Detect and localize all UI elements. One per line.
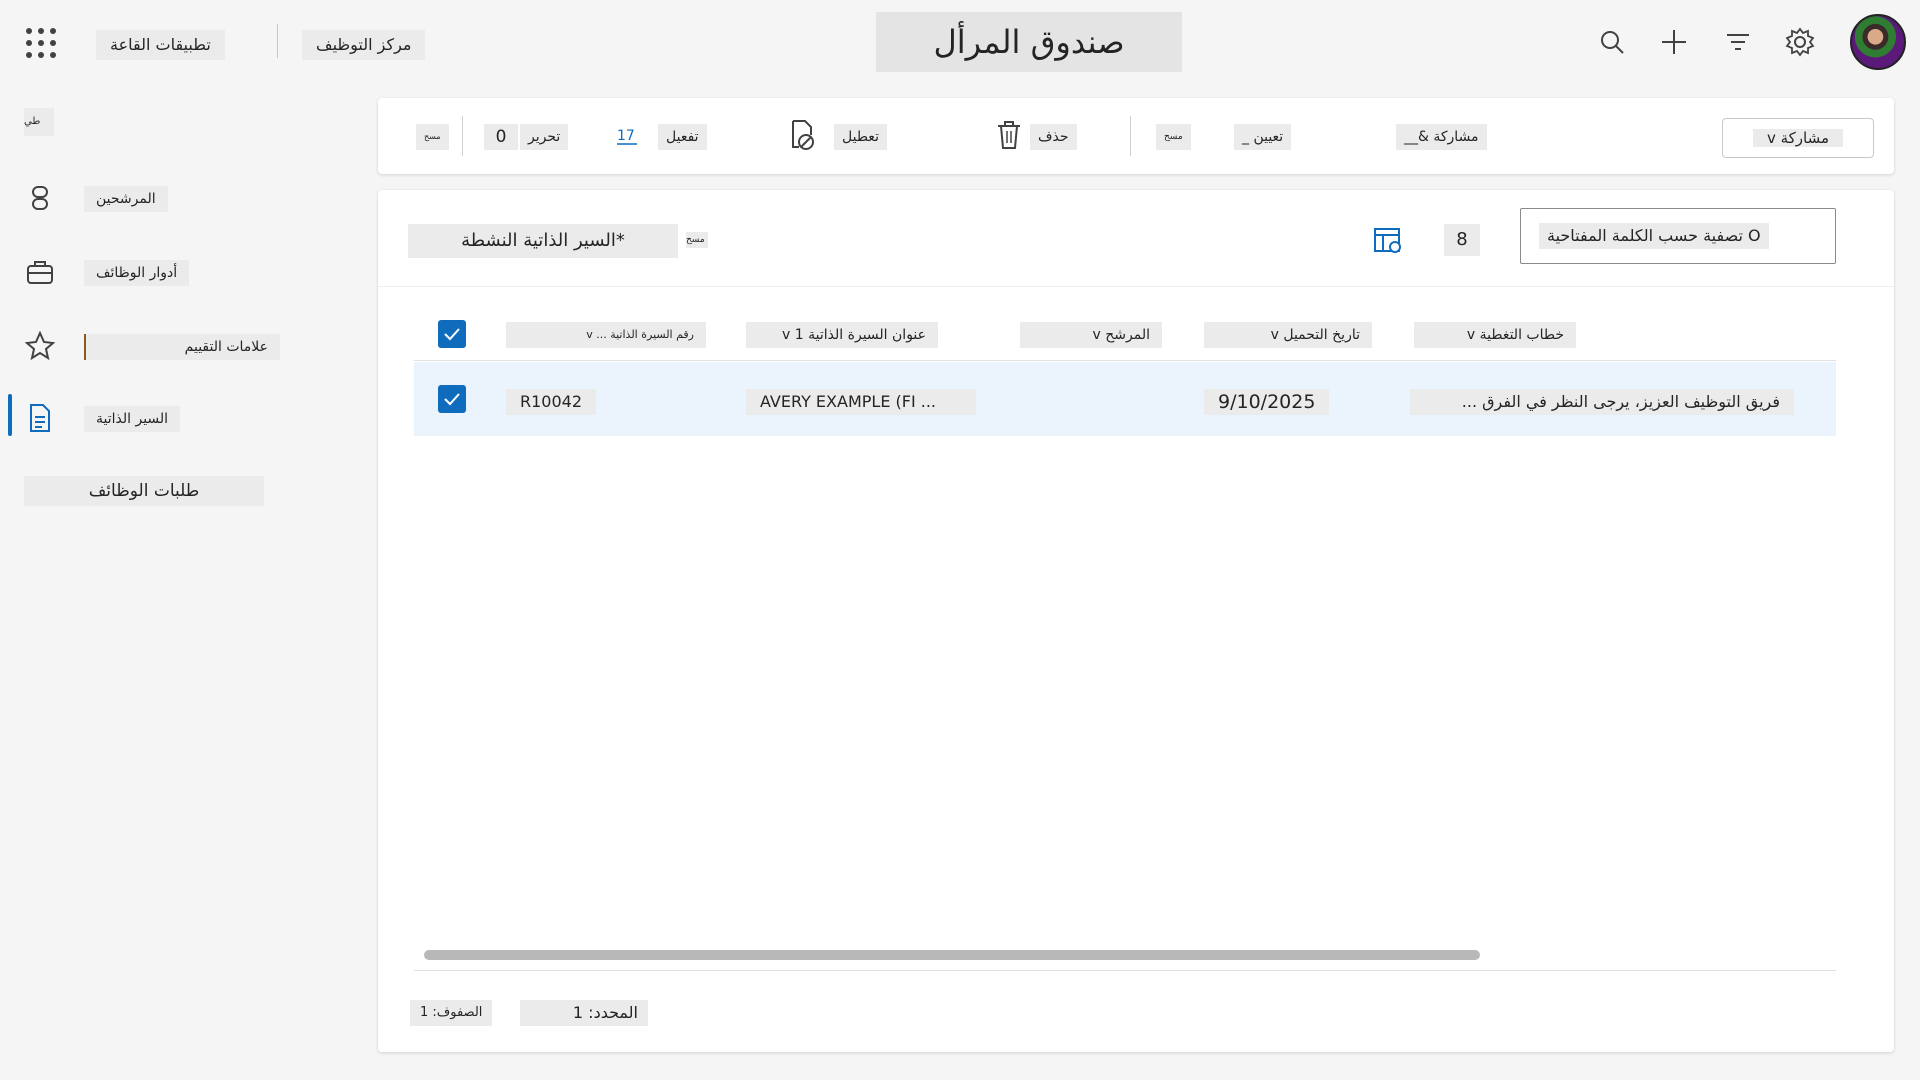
star-icon xyxy=(24,330,56,362)
header-divider xyxy=(414,360,1836,361)
sidebar-collapse-button[interactable]: طي xyxy=(24,108,54,136)
command-divider xyxy=(462,116,463,156)
selected-count: المحدد: 1 xyxy=(520,1000,648,1026)
column-candidate[interactable]: المرشح v xyxy=(1020,322,1162,348)
view-selector[interactable]: مشاركة v xyxy=(1722,118,1874,158)
trash-icon[interactable] xyxy=(992,118,1026,152)
horizontal-scrollbar[interactable] xyxy=(424,950,1480,960)
sidebar-item-label: المرشحين xyxy=(84,186,168,212)
search-input[interactable]: O تصفية حسب الكلمة المفتاحية xyxy=(1520,208,1836,264)
people-icon xyxy=(24,182,56,214)
command-divider xyxy=(1130,116,1131,156)
filter-icon[interactable] xyxy=(1720,24,1756,60)
page-title: صندوق المرأل xyxy=(876,12,1182,72)
view-name[interactable]: *السير الذاتية النشطة xyxy=(408,224,678,258)
app-link-hiring-center[interactable]: مركز التوظيف xyxy=(302,30,426,60)
overflow-button[interactable]: مسح xyxy=(416,124,449,150)
more-button[interactable]: مسح xyxy=(1156,124,1191,150)
sidebar-item-rating-marks[interactable]: علامات التقييم xyxy=(0,320,300,370)
deactivate-icon[interactable] xyxy=(786,118,820,152)
search-placeholder: O تصفية حسب الكلمة المفتاحية xyxy=(1539,223,1769,249)
avatar[interactable] xyxy=(1850,14,1906,70)
column-upload-date[interactable]: تاريخ التحميل v xyxy=(1204,322,1372,348)
sidebar-item-resumes[interactable]: السير الذاتية xyxy=(0,392,300,442)
panel-divider xyxy=(378,286,1894,287)
cell-resume-title[interactable]: AVERY EXAMPLE (FI ... xyxy=(746,389,976,415)
view-selector-label: مشاركة v xyxy=(1752,129,1844,147)
counter-value: 0 xyxy=(484,124,518,150)
sidebar-item-label: أدوار الوظائف xyxy=(84,260,190,286)
footer-divider xyxy=(414,970,1836,971)
document-icon xyxy=(24,402,56,434)
row-checkbox[interactable] xyxy=(438,385,466,413)
grid-panel: *السير الذاتية النشطة مسح 8 O تصفية حسب … xyxy=(378,190,1894,1052)
column-resume-number[interactable]: رقم السيرة الذاتية ... v xyxy=(506,322,706,348)
column-resume-title[interactable]: عنوان السيرة الذاتية 1 v xyxy=(746,322,938,348)
calendar-icon[interactable]: 17 xyxy=(610,118,644,152)
share-button[interactable]: مشاركة &__ xyxy=(1396,124,1487,150)
select-all-checkbox[interactable] xyxy=(438,320,466,348)
top-bar: تطبيقات القاعة مركز التوظيف صندوق المرأل xyxy=(0,0,1920,84)
command-bar: مسح 0 تحرير 17 تفعيل تعطيل حذف مسح تعيين… xyxy=(378,98,1894,174)
rows-count: الصفوف: 1 xyxy=(410,1000,493,1026)
sidebar-item-label: علامات التقييم xyxy=(84,334,280,360)
cell-candidate[interactable] xyxy=(1020,389,1048,415)
chevron-down-icon[interactable]: مسح xyxy=(686,232,708,248)
assign-button[interactable]: تعيين _ xyxy=(1234,124,1292,150)
gear-icon[interactable] xyxy=(1782,24,1818,60)
app-link-apps[interactable]: تطبيقات القاعة xyxy=(96,30,225,60)
deactivate-button[interactable]: تعطيل xyxy=(834,124,887,150)
sidebar-item-job-roles[interactable]: أدوار الوظائف xyxy=(0,246,300,296)
plus-icon[interactable] xyxy=(1656,24,1692,60)
sidebar-item-label: السير الذاتية xyxy=(84,406,181,432)
delete-button[interactable]: حذف xyxy=(1030,124,1077,150)
table-row[interactable]: R10042 AVERY EXAMPLE (FI ... 9/10/2025 ف… xyxy=(414,362,1836,436)
table-header: رقم السيرة الذاتية ... v عنوان السيرة ال… xyxy=(414,302,1836,362)
header-divider xyxy=(277,24,278,58)
cell-upload-date: 9/10/2025 xyxy=(1204,389,1330,415)
waffle-icon[interactable] xyxy=(26,28,56,58)
sidebar-job-requests[interactable]: طلبات الوظائف xyxy=(24,476,264,506)
svg-text:17: 17 xyxy=(617,128,635,144)
briefcase-icon xyxy=(24,256,56,288)
cell-resume-id[interactable]: R10042 xyxy=(506,389,597,415)
record-count: 8 xyxy=(1444,224,1480,256)
edit-button[interactable]: تحرير xyxy=(520,124,569,150)
search-icon[interactable] xyxy=(1594,24,1630,60)
grid-settings-icon[interactable] xyxy=(1370,224,1406,258)
activate-button[interactable]: تفعيل xyxy=(658,124,707,150)
column-cover-letter[interactable]: خطاب التغطية v xyxy=(1414,322,1576,348)
cell-cover-letter: فريق التوظيف العزيز، يرجى النظر في الفرق… xyxy=(1410,389,1794,415)
sidebar-item-candidates[interactable]: المرشحين xyxy=(0,172,300,222)
